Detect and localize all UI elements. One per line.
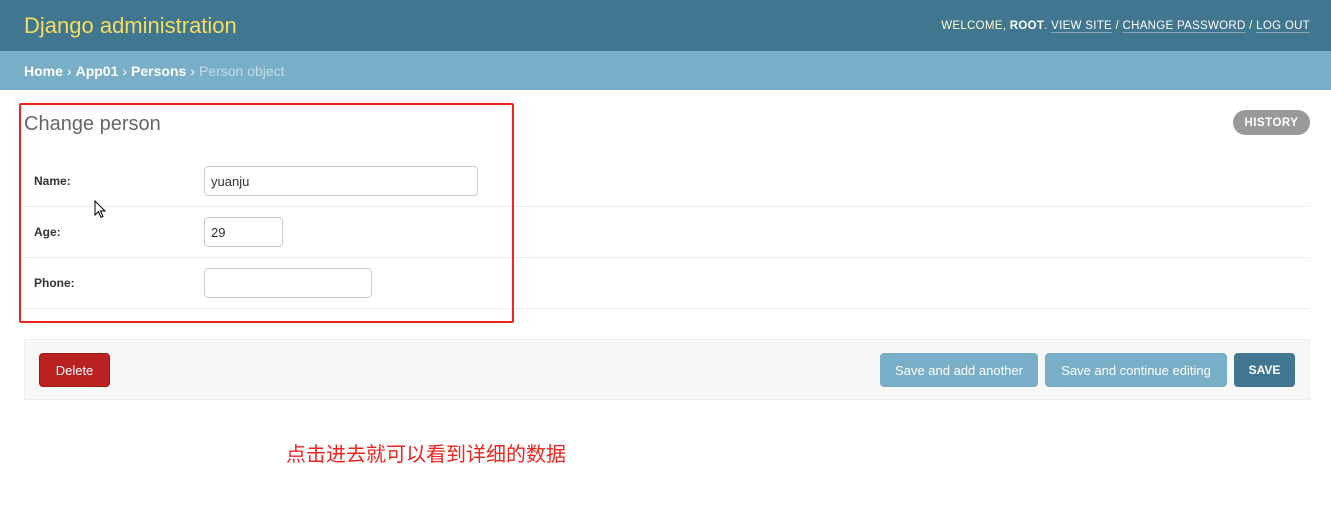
welcome-text: WELCOME, bbox=[941, 19, 1010, 32]
user-tools: WELCOME, ROOT. VIEW SITE / CHANGE PASSWO… bbox=[941, 19, 1310, 33]
breadcrumb-current: Person object bbox=[198, 62, 285, 79]
log-out-link[interactable]: LOG OUT bbox=[1256, 19, 1310, 33]
header: Django administration WELCOME, ROOT. VIE… bbox=[0, 0, 1331, 51]
save-and-add-another-button[interactable]: Save and add another bbox=[880, 353, 1038, 387]
breadcrumb: Home › App01 › Persons › Person object bbox=[0, 51, 1331, 90]
history-button[interactable]: HISTORY bbox=[1233, 110, 1310, 135]
delete-button[interactable]: Delete bbox=[39, 353, 110, 387]
save-and-continue-button[interactable]: Save and continue editing bbox=[1045, 353, 1227, 387]
breadcrumb-app01[interactable]: App01 bbox=[76, 63, 119, 79]
change-password-link[interactable]: CHANGE PASSWORD bbox=[1122, 19, 1246, 33]
breadcrumb-persons[interactable]: Persons bbox=[131, 63, 186, 79]
breadcrumb-home[interactable]: Home bbox=[24, 63, 63, 79]
site-branding[interactable]: Django administration bbox=[24, 13, 237, 39]
save-button[interactable]: SAVE bbox=[1234, 353, 1295, 387]
submit-row: Delete Save and add another Save and con… bbox=[24, 339, 1310, 400]
view-site-link[interactable]: VIEW SITE bbox=[1051, 19, 1112, 33]
annotation-text: 点击进去就可以看到详细的数据 bbox=[286, 442, 566, 466]
mouse-cursor-icon bbox=[94, 200, 107, 219]
username: ROOT bbox=[1009, 19, 1045, 32]
